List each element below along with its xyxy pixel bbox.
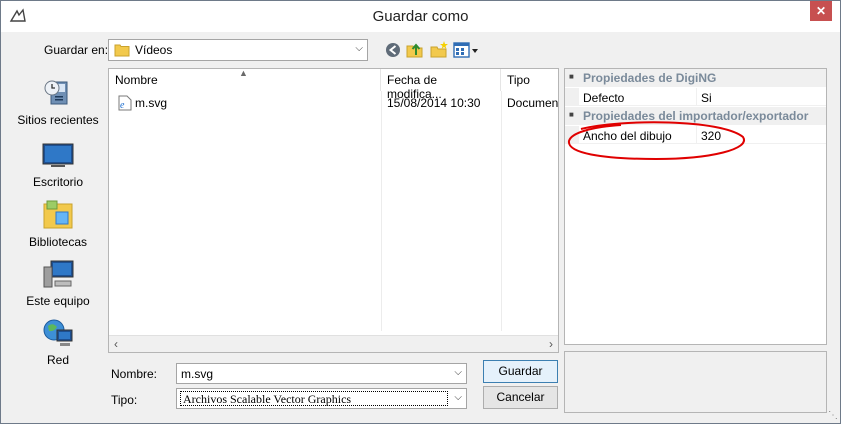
recent-places-icon: [44, 80, 68, 105]
place-desktop[interactable]: Escritorio: [8, 138, 108, 189]
up-folder-icon[interactable]: [405, 40, 425, 60]
save-in-combo[interactable]: Vídeos ⌵: [108, 39, 368, 61]
column-divider: [696, 88, 697, 106]
place-label: Sitios recientes: [17, 113, 99, 127]
close-icon: ✕: [815, 4, 827, 18]
column-header-date[interactable]: Fecha de modifica...: [381, 69, 501, 101]
property-value[interactable]: 320: [701, 129, 721, 143]
horizontal-scrollbar[interactable]: ‹ ›: [109, 335, 558, 352]
row-gutter: [565, 88, 579, 106]
place-label: Escritorio: [32, 175, 83, 189]
chevron-down-icon[interactable]: ⌵: [454, 392, 462, 403]
name-label: Nombre:: [111, 367, 158, 381]
file-name-input[interactable]: m.svg ⌵: [176, 363, 467, 384]
property-row[interactable]: Ancho del dibujo 320: [565, 126, 826, 144]
desktop-icon: [42, 143, 74, 167]
view-menu-icon[interactable]: [453, 40, 479, 60]
place-libraries[interactable]: Bibliotecas: [8, 198, 108, 249]
chevron-down-icon[interactable]: ⌵: [454, 367, 462, 378]
collapse-icon[interactable]: ■: [569, 72, 574, 81]
place-label: Este equipo: [26, 294, 90, 308]
title-bar[interactable]: Guardar como ✕: [1, 1, 840, 32]
file-name: m.svg: [135, 96, 168, 110]
property-category[interactable]: ■ Propiedades del importador/exportador: [565, 107, 826, 125]
resize-grip-icon[interactable]: ⋱: [828, 410, 838, 421]
folder-icon: [114, 44, 130, 57]
back-icon[interactable]: [383, 40, 403, 60]
place-recent[interactable]: Sitios recientes: [8, 76, 108, 127]
window-title: Guardar como: [372, 8, 469, 25]
scroll-left-icon[interactable]: ‹: [114, 337, 118, 351]
property-category[interactable]: ■ Propiedades de DigiNG: [565, 69, 826, 87]
row-gutter: [565, 126, 579, 144]
column-header-type[interactable]: Tipo: [501, 69, 558, 91]
place-network[interactable]: Red: [8, 316, 108, 367]
svg-text:e: e: [120, 100, 125, 111]
file-row[interactable]: e m.svg 15/08/2014 10:30 Documen: [109, 93, 558, 113]
sort-ascending-icon: ▲: [239, 68, 248, 78]
file-type-value: Archivos Scalable Vector Graphics: [180, 391, 448, 406]
column-divider: [381, 91, 382, 331]
property-key: Ancho del dibujo: [583, 129, 672, 143]
file-date: 15/08/2014 10:30: [387, 96, 481, 110]
network-icon: [43, 319, 73, 346]
places-bar: Sitios recientes Escritorio Bibliotecas: [8, 68, 105, 413]
property-value[interactable]: Si: [701, 91, 712, 105]
place-label: Red: [46, 353, 69, 367]
close-button[interactable]: ✕: [810, 1, 832, 21]
svg-file-icon: e: [118, 95, 132, 111]
save-button[interactable]: Guardar: [483, 360, 558, 383]
column-divider: [696, 126, 697, 144]
libraries-icon: [43, 200, 73, 229]
property-grid[interactable]: ■ Propiedades de DigiNG Defecto Si ■ Pro…: [564, 68, 827, 345]
file-list[interactable]: ▲ Nombre Fecha de modifica... Tipo e m.s…: [108, 68, 559, 353]
save-in-label: Guardar en:: [44, 43, 109, 57]
file-type: Documen: [507, 96, 559, 110]
chevron-down-icon[interactable]: ⌵: [355, 43, 363, 54]
new-folder-icon[interactable]: [429, 40, 449, 60]
column-divider: [501, 91, 502, 331]
file-type-select[interactable]: Archivos Scalable Vector Graphics ⌵: [176, 388, 467, 409]
place-computer[interactable]: Este equipo: [8, 257, 108, 308]
property-description-pane: [564, 351, 827, 413]
collapse-icon[interactable]: ■: [569, 110, 574, 119]
place-label: Bibliotecas: [28, 235, 88, 249]
save-in-value: Vídeos: [135, 43, 173, 57]
scroll-right-icon[interactable]: ›: [549, 337, 553, 351]
type-label: Tipo:: [111, 393, 138, 407]
save-as-dialog: Guardar como ✕ Guardar en: Vídeos ⌵ Siti…: [0, 0, 841, 424]
property-row[interactable]: Defecto Si: [565, 88, 826, 106]
cancel-button[interactable]: Cancelar: [483, 386, 558, 409]
property-key: Defecto: [583, 91, 625, 105]
column-header-name[interactable]: ▲ Nombre: [109, 68, 381, 91]
computer-icon: [43, 260, 74, 288]
